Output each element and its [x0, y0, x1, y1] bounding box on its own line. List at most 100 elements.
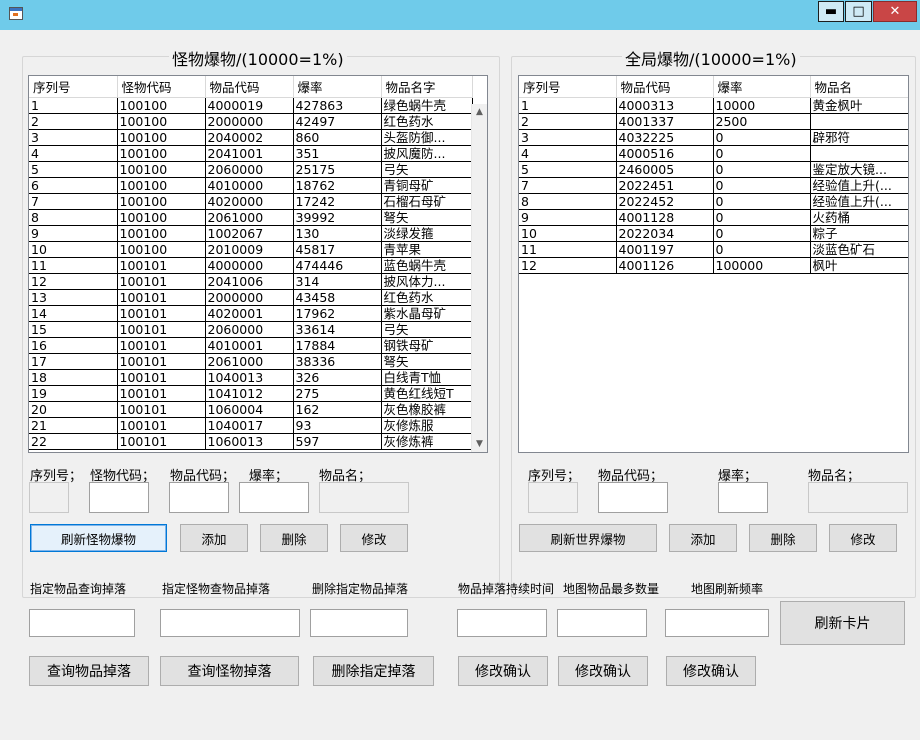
monster-drop-scrollbar[interactable]: ▲ ▼ [471, 104, 487, 452]
table-row[interactable]: 2 100100 2000000 42497 红色药水 [29, 113, 473, 130]
table-cell: 2061000 [205, 353, 294, 370]
table-cell: 10 [519, 225, 617, 242]
delete-global-drop-button[interactable]: 删除 [749, 524, 817, 552]
table-row[interactable]: 14 100101 4020001 17962 紫水晶母矿 [29, 305, 473, 322]
column-header[interactable]: 序列号 [29, 76, 118, 98]
mob-code-field[interactable] [89, 482, 149, 513]
table-cell: 12 [29, 273, 118, 290]
title-bar: ▬ □ ✕ [0, 0, 920, 30]
map-max-items-input[interactable] [557, 609, 647, 637]
refresh-card-button[interactable]: 刷新卡片 [780, 601, 905, 645]
table-cell: 5 [519, 161, 617, 178]
edit-global-drop-button[interactable]: 修改 [829, 524, 897, 552]
table-row[interactable]: 1 4000313 10000 黄金枫叶 [519, 97, 908, 114]
drop-duration-input[interactable] [457, 609, 547, 637]
scroll-down-icon[interactable]: ▼ [472, 436, 487, 452]
delete-item-input[interactable] [310, 609, 408, 637]
table-row[interactable]: 18 100101 1040013 326 白线青T恤 [29, 369, 473, 386]
rate-field[interactable] [239, 482, 309, 513]
confirm-refresh-rate-button[interactable]: 修改确认 [666, 656, 756, 686]
table-row[interactable]: 2 4001337 2500 [519, 113, 908, 130]
item-code-field[interactable] [169, 482, 229, 513]
edit-monster-drop-button[interactable]: 修改 [340, 524, 408, 552]
table-row[interactable]: 19 100101 1041012 275 黄色红线短T [29, 385, 473, 402]
item-name-field [319, 482, 409, 513]
table-row[interactable]: 9 4001128 0 火药桶 [519, 209, 908, 226]
table-cell: 11 [519, 241, 617, 258]
table-row[interactable]: 8 100100 2061000 39992 弩矢 [29, 209, 473, 226]
table-cell: 860 [293, 129, 382, 146]
maximize-button[interactable]: □ [845, 1, 872, 22]
table-cell: 0 [713, 129, 811, 146]
table-row[interactable]: 11 4001197 0 淡蓝色矿石 [519, 241, 908, 258]
table-row[interactable]: 13 100101 2000000 43458 红色药水 [29, 289, 473, 306]
table-row[interactable]: 3 4032225 0 辟邪符 [519, 129, 908, 146]
table-cell: 43458 [293, 289, 382, 306]
global-item-code-field[interactable] [598, 482, 668, 513]
refresh-world-drop-button[interactable]: 刷新世界爆物 [519, 524, 657, 552]
table-cell: 2061000 [205, 209, 294, 226]
table-row[interactable]: 20 100101 1060004 162 灰色橡胶裤 [29, 401, 473, 418]
table-row[interactable]: 1 100100 4000019 427863 绿色蜗牛壳 [29, 97, 473, 114]
table-row[interactable]: 3 100100 2040002 860 头盔防御... [29, 129, 473, 146]
map-refresh-rate-input[interactable] [665, 609, 769, 637]
monster-drop-table[interactable]: 序列号 怪物代码 物品代码 爆率 物品名字 1 100100 4000019 427863 绿色… [28, 75, 488, 453]
table-row[interactable]: 10 100100 2010009 45817 青苹果 [29, 241, 473, 258]
table-row[interactable]: 7 2022451 0 经验值上升(... [519, 177, 908, 194]
table-row[interactable]: 21 100101 1040017 93 灰修炼服 [29, 417, 473, 434]
table-row[interactable]: 6 100100 4010000 18762 青铜母矿 [29, 177, 473, 194]
table-row[interactable]: 10 2022034 0 粽子 [519, 225, 908, 242]
scroll-up-icon[interactable]: ▲ [472, 104, 487, 120]
table-row[interactable]: 12 100101 2041006 314 披风体力... [29, 273, 473, 290]
add-monster-drop-button[interactable]: 添加 [180, 524, 248, 552]
table-cell: 弓矢 [381, 321, 473, 338]
query-mob-drop-button[interactable]: 查询怪物掉落 [160, 656, 299, 686]
table-cell: 2041001 [205, 145, 294, 162]
confirm-duration-button[interactable]: 修改确认 [458, 656, 548, 686]
query-item-input[interactable] [29, 609, 135, 637]
minimize-button[interactable]: ▬ [818, 1, 844, 22]
delete-monster-drop-button[interactable]: 删除 [260, 524, 328, 552]
table-row[interactable]: 9 100100 1002067 130 淡绿发箍 [29, 225, 473, 242]
table-cell: 100100 [117, 145, 206, 162]
table-cell: 1060004 [205, 401, 294, 418]
table-cell: 灰修炼服 [381, 417, 473, 434]
table-row[interactable]: 4 100100 2041001 351 披风魔防... [29, 145, 473, 162]
refresh-monster-drop-button[interactable]: 刷新怪物爆物 [30, 524, 167, 552]
column-header[interactable]: 怪物代码 [117, 76, 206, 98]
table-cell: 弩矢 [381, 353, 473, 370]
table-cell: 16 [29, 337, 118, 354]
column-header[interactable]: 物品名字 [381, 76, 473, 98]
table-cell: 4000516 [616, 145, 714, 162]
column-header[interactable]: 序列号 [519, 76, 617, 98]
confirm-max-items-button[interactable]: 修改确认 [558, 656, 648, 686]
table-row[interactable]: 17 100101 2061000 38336 弩矢 [29, 353, 473, 370]
table-row[interactable]: 15 100101 2060000 33614 弓矢 [29, 321, 473, 338]
table-row[interactable]: 5 2460005 0 鉴定放大镜... [519, 161, 908, 178]
column-header[interactable]: 物品名 [810, 76, 908, 98]
table-row[interactable]: 8 2022452 0 经验值上升(... [519, 193, 908, 210]
query-mob-input[interactable] [160, 609, 300, 637]
table-row[interactable]: 16 100101 4010001 17884 钢铁母矿 [29, 337, 473, 354]
table-row[interactable]: 7 100100 4020000 17242 石榴石母矿 [29, 193, 473, 210]
table-row[interactable]: 4 4000516 0 [519, 145, 908, 162]
add-global-drop-button[interactable]: 添加 [669, 524, 737, 552]
close-button[interactable]: ✕ [873, 1, 917, 22]
query-item-drop-button[interactable]: 查询物品掉落 [29, 656, 149, 686]
table-cell: 灰修炼裤 [381, 433, 473, 450]
global-drop-table[interactable]: 序列号 物品代码 爆率 物品名 1 4000313 10000 黄金枫叶 2 4001337 25… [518, 75, 909, 453]
column-header[interactable]: 物品代码 [205, 76, 294, 98]
table-row[interactable]: 11 100101 4000000 474446 蓝色蜗牛壳 [29, 257, 473, 274]
table-cell: 2060000 [205, 161, 294, 178]
table-cell: 0 [713, 145, 811, 162]
table-row[interactable]: 12 4001126 100000 枫叶 [519, 257, 908, 274]
column-header[interactable]: 爆率 [293, 76, 382, 98]
global-rate-field[interactable] [718, 482, 768, 513]
table-cell: 2 [519, 113, 617, 130]
table-row[interactable]: 5 100100 2060000 25175 弓矢 [29, 161, 473, 178]
delete-drop-button[interactable]: 删除指定掉落 [313, 656, 434, 686]
column-header[interactable]: 爆率 [713, 76, 811, 98]
table-cell: 7 [519, 177, 617, 194]
table-row[interactable]: 22 100101 1060013 597 灰修炼裤 [29, 433, 473, 450]
column-header[interactable]: 物品代码 [616, 76, 714, 98]
